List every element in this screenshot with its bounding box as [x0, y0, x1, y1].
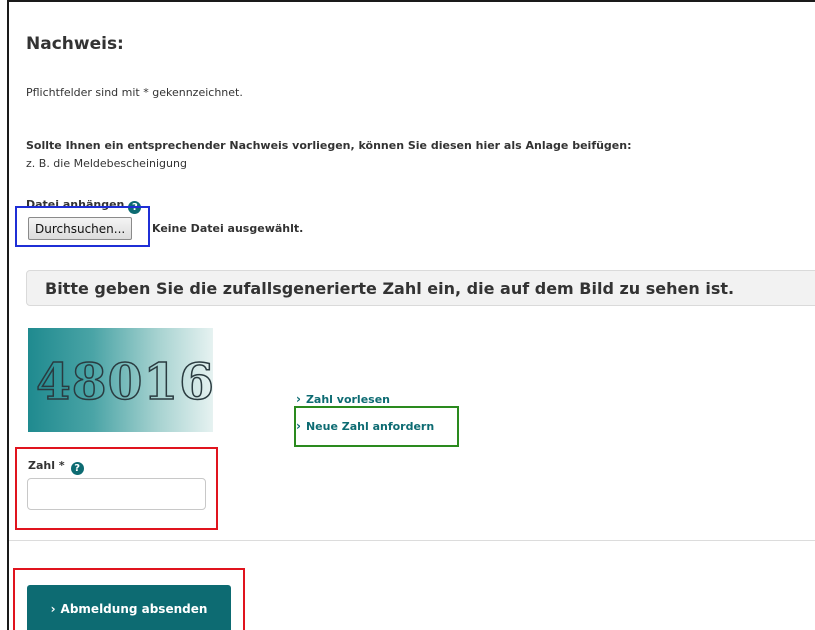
captcha-number-input[interactable] [27, 478, 206, 510]
required-fields-note: Pflichtfelder sind mit * gekennzeichnet. [26, 86, 243, 99]
captcha-instruction-bar: Bitte geben Sie die zufallsgenerierte Za… [26, 270, 815, 306]
browse-file-button[interactable]: Durchsuchen... [28, 217, 133, 240]
captcha-instruction: Bitte geben Sie die zufallsgenerierte Za… [45, 279, 735, 298]
attachment-intro: Sollte Ihnen ein entsprechender Nachweis… [26, 139, 632, 152]
file-upload-label-text: Datei anhängen [26, 198, 125, 211]
file-upload-label: Datei anhängen? [26, 198, 142, 214]
chevron-right-icon: › [296, 392, 301, 406]
submit-deregistration-button[interactable]: › Abmeldung absenden [27, 585, 231, 630]
captcha-digits: 48016 [35, 351, 213, 412]
chevron-right-icon: › [296, 419, 301, 433]
request-new-number-label: Neue Zahl anfordern [305, 420, 435, 433]
read-number-aloud-label: Zahl vorlesen [305, 393, 391, 406]
attachment-example: z. B. die Meldebescheinigung [26, 157, 187, 170]
divider [9, 540, 815, 541]
read-number-aloud-link[interactable]: › Zahl vorlesen [296, 392, 390, 406]
request-new-number-link[interactable]: › Neue Zahl anfordern [296, 419, 434, 433]
captcha-field-label-text: Zahl * [28, 459, 65, 472]
help-icon[interactable]: ? [70, 462, 84, 475]
chevron-right-icon: › [50, 602, 56, 616]
form-panel: Nachweis: Pflichtfelder sind mit * geken… [7, 0, 815, 630]
file-status-text: Keine Datei ausgewählt. [152, 222, 304, 235]
help-icon[interactable]: ? [128, 201, 142, 214]
submit-button-label: Abmeldung absenden [60, 602, 208, 616]
section-heading: Nachweis: [26, 34, 124, 54]
captcha-field-label: Zahl *? [28, 459, 84, 475]
captcha-image: 48016 [28, 328, 213, 432]
